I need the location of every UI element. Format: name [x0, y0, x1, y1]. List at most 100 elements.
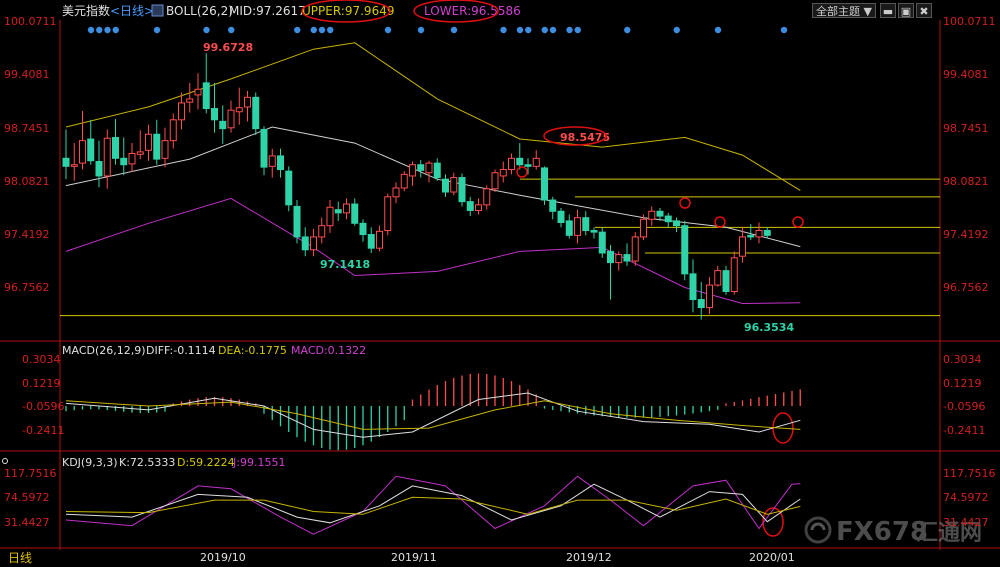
candle-down: [541, 167, 548, 201]
event-dot: [714, 26, 722, 34]
boll-upper-value: UPPER:97.9649: [302, 4, 394, 18]
candle-up: [755, 230, 763, 238]
candle-down: [565, 220, 573, 236]
price-tick-left: 100.0711: [4, 15, 57, 28]
candle-down: [367, 234, 375, 249]
candle-up: [475, 204, 482, 211]
macd-dea-value: DEA:-0.1775: [218, 344, 287, 357]
event-dot: [112, 26, 119, 34]
candle-up: [384, 196, 392, 232]
candle-down: [211, 108, 218, 121]
boll-lower-value: LOWER:96.5586: [424, 4, 521, 18]
instrument-title: 美元指数: [62, 3, 110, 18]
event-dot: [153, 26, 161, 34]
candle-up: [145, 133, 152, 151]
boll-mid-value: MID:97.2617: [229, 4, 306, 18]
event-dot: [516, 26, 524, 34]
annotation-low-oct: 97.1418: [320, 258, 370, 271]
close-button[interactable]: ✖: [916, 3, 932, 18]
candle-up: [400, 173, 408, 189]
candle-up: [161, 140, 169, 159]
price-tick-right: 99.4081: [943, 68, 989, 81]
candle-up: [532, 157, 540, 167]
candle-up: [730, 257, 738, 293]
boll-indicator-icon[interactable]: [151, 4, 164, 17]
event-dot: [87, 26, 95, 34]
event-dot: [525, 26, 532, 34]
price-tick-right: 97.4192: [943, 228, 989, 241]
candle-up: [508, 157, 515, 171]
candle-up: [310, 236, 317, 251]
candle-down: [359, 222, 367, 236]
candle-down: [219, 120, 227, 130]
candle-up: [136, 151, 144, 155]
restore-button[interactable]: ▣: [898, 3, 914, 18]
event-dot: [203, 26, 210, 34]
candle-down: [763, 230, 771, 236]
event-dot: [780, 26, 788, 34]
price-tick-left: 98.0821: [4, 175, 50, 188]
price-tick-right: 98.7451: [943, 122, 989, 135]
macd-macd-value: MACD:0.1322: [291, 344, 366, 357]
candle-up: [648, 210, 656, 220]
macd-tick-right: -0.2411: [943, 424, 985, 437]
event-dot: [417, 26, 425, 34]
kdj-tick-left: 117.7516: [4, 467, 57, 480]
kdj-tick-right: 74.5972: [943, 491, 989, 504]
theme-dropdown-button[interactable]: 全部主题 ▼: [812, 3, 876, 18]
candle-down: [301, 236, 309, 251]
event-dot: [500, 26, 507, 34]
candle-down: [417, 164, 425, 171]
candle-up: [79, 140, 86, 164]
macd-title: MACD(26,12,9): [62, 344, 146, 357]
price-tick-right: 98.0821: [943, 175, 989, 188]
candle-down: [260, 128, 268, 168]
candle-up: [318, 225, 326, 238]
candle-down: [516, 157, 524, 166]
macd-tick-left: 0.1219: [22, 377, 61, 390]
minimize-button[interactable]: ▬: [880, 3, 896, 18]
candle-up: [70, 164, 78, 167]
macd-tick-left: -0.2411: [22, 424, 64, 437]
candle-up: [425, 162, 433, 174]
annotation-high: 99.6728: [203, 41, 253, 54]
macd-tick-right: 0.3034: [943, 353, 982, 366]
candle-up: [640, 218, 647, 238]
price-tick-left: 96.7562: [4, 281, 50, 294]
price-tick-right: 100.0711: [943, 15, 996, 28]
kdj-k-value: K:72.5333: [119, 456, 175, 469]
candle-down: [277, 155, 284, 171]
candle-down: [722, 270, 730, 293]
period-link[interactable]: <日线>: [110, 4, 154, 18]
candle-up: [631, 236, 639, 262]
period-tab[interactable]: 日线: [8, 551, 32, 565]
candle-down: [202, 82, 210, 110]
event-dot: [228, 26, 235, 34]
candle-down: [557, 210, 565, 224]
event-dot: [450, 26, 458, 34]
annotation-low-dec: 96.3534: [744, 321, 794, 334]
kdj-tick-left: 74.5972: [4, 491, 50, 504]
candle-down: [697, 299, 705, 309]
annotation-high-dec: 98.5475: [560, 131, 610, 144]
event-dot: [318, 26, 326, 34]
candle-up: [739, 236, 746, 257]
event-dot: [541, 26, 548, 34]
kdj-title: KDJ(9,3,3): [62, 456, 118, 469]
kdj-d-value: D:59.2224: [177, 456, 235, 469]
candle-down: [112, 136, 119, 159]
candle-down: [334, 209, 342, 214]
event-dot: [104, 26, 111, 34]
watermark-text: FX678: [836, 517, 928, 547]
kdj-tick-right: 117.7516: [943, 467, 996, 480]
candle-up: [178, 102, 185, 121]
candle-down: [252, 96, 260, 130]
price-tick-right: 96.7562: [943, 281, 989, 294]
event-dot: [96, 26, 103, 34]
candle-down: [656, 210, 664, 217]
candle-down: [95, 161, 103, 177]
candle-up: [714, 270, 722, 286]
event-dot: [327, 26, 334, 34]
candle-down: [607, 250, 614, 264]
x-tick-jan: 2020/01: [749, 551, 795, 564]
